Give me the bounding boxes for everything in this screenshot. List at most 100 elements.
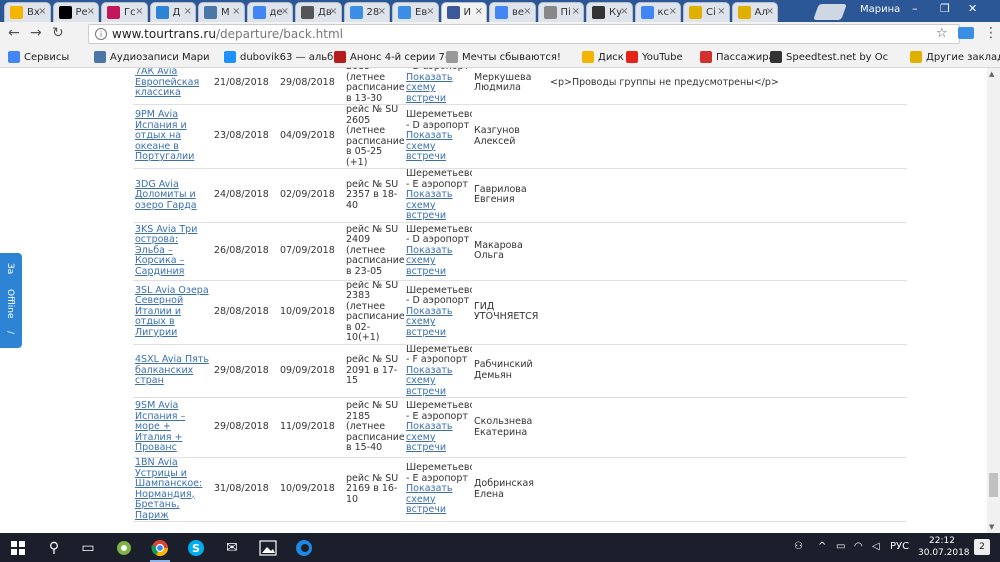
show-meeting-scheme-link[interactable]: Показать схему встречи [406,365,470,397]
tour-link[interactable]: 3SL Avia Озера Северной Италии и отдых в… [135,285,209,338]
reload-icon[interactable]: ↻ [52,25,64,41]
meeting-point: Шереметьево - F аэропорт [406,344,472,365]
close-window-icon[interactable]: ✕ [968,2,977,15]
close-tab-icon[interactable]: × [87,6,95,17]
language-indicator[interactable]: РУС [890,541,909,552]
people-icon[interactable]: ⚇ [794,541,803,552]
bookmark-item[interactable]: YouTube [626,51,683,63]
new-tab-button[interactable] [813,4,847,20]
close-tab-icon[interactable]: × [572,6,580,17]
battery-icon[interactable]: ▭ [836,541,845,552]
bookmarks-bar: Сервисы Аудиозаписи Мари dubovik63 — альбо… [0,46,1000,68]
show-meeting-scheme-link[interactable]: Показать схему встречи [406,131,470,163]
browser-tab[interactable]: Ал × [731,2,778,22]
tray-arrow-icon[interactable]: ^ [818,541,826,552]
paint-app-icon[interactable] [114,538,134,558]
scrollbar-thumb[interactable] [989,473,998,497]
meeting-point-cell: Шереметьево - D аэропорт Показать схему в… [404,104,472,169]
bookmark-item[interactable]: Аудиозаписи Мари [94,51,210,63]
bookmark-item[interactable]: Сервисы [8,51,69,63]
show-meeting-scheme-link[interactable]: Показать схему встречи [406,245,470,278]
tour-link[interactable]: 9SM Avia Испания – море + Италия + Прова… [135,400,185,454]
forward-arrow-icon[interactable]: → [30,25,42,41]
show-meeting-scheme-link[interactable]: Показать схему встречи [406,484,470,516]
chrome-app-icon[interactable] [150,538,170,562]
close-tab-icon[interactable]: × [426,6,434,17]
close-tab-icon[interactable]: × [38,6,46,17]
maximize-icon[interactable]: ❐ [940,2,950,15]
close-tab-icon[interactable]: × [184,6,192,17]
close-tab-icon[interactable]: × [135,6,143,17]
tour-link[interactable]: 4SXL Avia Пять балканских стран [135,354,209,386]
browser-tab[interactable]: 28 × [343,2,390,22]
browser-tab[interactable]: М × [198,2,245,22]
browser-menu-icon[interactable]: ⋮ [984,25,998,41]
browser-tab[interactable]: Сі × [683,2,730,22]
wifi-icon[interactable]: ◠ [854,541,863,552]
mail-app-icon[interactable]: ✉ [222,538,242,558]
search-icon[interactable]: ⚲ [44,538,64,558]
clock[interactable]: 22:12 30.07.2018 [918,535,970,559]
extension-icon[interactable] [958,27,974,39]
tour-link[interactable]: 3KS Avia Три острова: Эльба – Корсика – … [135,224,197,277]
browser-tab[interactable]: Дв × [295,2,342,22]
close-tab-icon[interactable]: × [669,6,677,17]
close-tab-icon[interactable]: × [232,6,240,17]
browser-tab[interactable]: Пі × [537,2,584,22]
vertical-scrollbar[interactable] [987,68,1000,533]
bookmark-star-icon[interactable]: ☆ [936,26,948,41]
windows-start-icon[interactable] [8,538,28,558]
show-meeting-scheme-link[interactable]: Показать схему встречи [406,189,470,221]
scroll-up-icon[interactable]: ▲ [989,70,994,78]
show-meeting-scheme-link[interactable]: Показать схему встречи [406,306,470,339]
browser-tab[interactable]: Гс × [101,2,148,22]
url-host: www.tourtrans.ru [112,27,216,41]
close-tab-icon[interactable]: × [523,6,531,17]
tour-link[interactable]: 7АК Avia Европейская классика [135,68,199,98]
browser-tab[interactable]: кс × [634,2,681,22]
bookmark-item[interactable]: Другие закладки [910,51,1000,63]
browser-tab[interactable]: Ре × [52,2,99,22]
close-tab-icon[interactable]: × [329,6,337,17]
browser-app-icon[interactable] [294,538,314,558]
browser-tab[interactable]: И × [440,2,487,22]
close-tab-icon[interactable]: × [281,6,289,17]
volume-icon[interactable]: ◁ [872,541,880,552]
show-meeting-scheme-link[interactable]: Показать схему встречи [406,422,470,454]
tour-note [548,457,907,522]
close-tab-icon[interactable]: × [378,6,386,17]
address-bar[interactable]: i www.tourtrans.ru/departure/back.html [88,24,960,44]
bookmark-item[interactable]: Мечты сбываются! [446,51,561,63]
tour-link[interactable]: 9PM Avia Испания и отдых на океане в Пор… [135,109,194,163]
tour-name-cell: 3SL Avia Озера Северной Италии и отдых в… [133,280,212,345]
guide-name: Макарова Ольга [472,222,548,281]
bookmark-item[interactable]: dubovik63 — альбо [224,51,339,63]
bookmark-item[interactable]: Speedtest.net by Oc [770,51,888,63]
bookmark-item[interactable]: Диск [582,51,624,63]
browser-tab[interactable]: Вх × [4,2,51,22]
browser-tab-label: Пі [560,7,571,18]
browser-tab[interactable]: Ку × [586,2,633,22]
site-info-icon[interactable]: i [95,28,107,40]
browser-tab[interactable]: Д × [149,2,196,22]
photos-app-icon[interactable] [258,538,278,558]
scroll-down-icon[interactable]: ▼ [989,523,994,531]
browser-tab[interactable]: ве × [489,2,536,22]
close-tab-icon[interactable]: × [620,6,628,17]
close-tab-icon[interactable]: × [475,6,483,17]
close-tab-icon[interactable]: × [717,6,725,17]
task-view-icon[interactable]: ▭ [78,538,98,558]
browser-tab[interactable]: Ев × [392,2,439,22]
offline-chat-widget[interactable]: За Offline / [0,253,22,348]
profile-name[interactable]: Марина [860,4,900,15]
browser-tab[interactable]: де × [246,2,293,22]
close-tab-icon[interactable]: × [766,6,774,17]
tour-link[interactable]: 3DG Avia Доломиты и озеро Гарда [135,179,197,211]
skype-app-icon[interactable]: S [186,538,206,558]
show-meeting-scheme-link[interactable]: Показать схему встречи [406,72,470,104]
notification-center-icon[interactable]: 2 [974,539,990,555]
back-arrow-icon[interactable]: ← [8,25,20,41]
bookmark-item[interactable]: Анонс 4-й серии 7- [334,51,449,63]
minimize-icon[interactable]: – [912,2,918,15]
tour-link[interactable]: 1BN Avia Устрицы и Шампанское: Нормандия… [135,458,202,521]
